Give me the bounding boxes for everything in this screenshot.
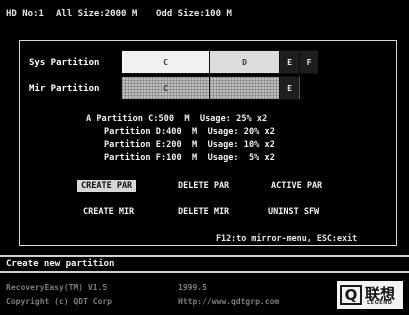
odd-size: Odd Size:100 M bbox=[156, 9, 232, 19]
mir-partition-label: Mir Partition bbox=[29, 84, 100, 94]
partition-row: Partition F:100 M Usage: 5% x2 bbox=[104, 153, 275, 163]
delete-mirror-button[interactable]: DELETE MIR bbox=[178, 207, 229, 217]
create-partition-button[interactable]: CREATE PAR bbox=[77, 180, 137, 192]
active-partition-button[interactable]: ACTIVE PAR bbox=[271, 181, 322, 191]
logo-sub-text: LEGEND bbox=[367, 300, 393, 306]
legend-logo: Q 联想 LEGEND bbox=[337, 281, 403, 309]
partition-row: Partition E:200 M Usage: 10% x2 bbox=[104, 140, 275, 150]
mir-segment-c[interactable]: C bbox=[122, 77, 210, 99]
sys-segment-e[interactable]: E bbox=[280, 51, 300, 73]
uninstall-software-button[interactable]: UNINST SFW bbox=[268, 207, 319, 217]
product-name: RecoveryEasy(TM) V1.5 bbox=[6, 283, 108, 292]
sys-partition-bar-tail[interactable]: F bbox=[299, 50, 318, 74]
sys-partition-bar[interactable]: C D E bbox=[121, 50, 300, 74]
mir-segment-e[interactable]: E bbox=[280, 77, 300, 99]
mir-segment-d[interactable] bbox=[210, 77, 280, 99]
delete-partition-button[interactable]: DELETE PAR bbox=[178, 181, 229, 191]
legend-mark-icon: Q bbox=[340, 285, 362, 305]
status-text: Create new partition bbox=[6, 259, 115, 269]
dos-screen: HD No:1 All Size:2000 M Odd Size:100 M S… bbox=[0, 0, 409, 315]
partition-row: A Partition C:500 M Usage: 25% x2 bbox=[86, 114, 268, 124]
key-hint: F12:to mirror-menu, ESC:exit bbox=[216, 233, 358, 243]
partition-row: Partition D:400 M Usage: 20% x2 bbox=[104, 127, 275, 137]
all-size: All Size:2000 M bbox=[56, 9, 138, 19]
create-mirror-button[interactable]: CREATE MIR bbox=[83, 207, 134, 217]
sys-segment-f[interactable]: F bbox=[300, 51, 318, 73]
sys-partition-label: Sys Partition bbox=[29, 58, 100, 68]
sys-segment-c[interactable]: C bbox=[122, 51, 210, 73]
copyright-text: Copyright (c) QDT Corp bbox=[6, 297, 112, 306]
product-year: 1999.5 bbox=[178, 283, 207, 292]
hd-number: HD No:1 bbox=[6, 9, 44, 19]
sys-segment-d[interactable]: D bbox=[210, 51, 280, 73]
website-url[interactable]: Http://www.qdtgrp.com bbox=[178, 297, 279, 306]
mir-partition-bar[interactable]: C E bbox=[121, 76, 300, 100]
